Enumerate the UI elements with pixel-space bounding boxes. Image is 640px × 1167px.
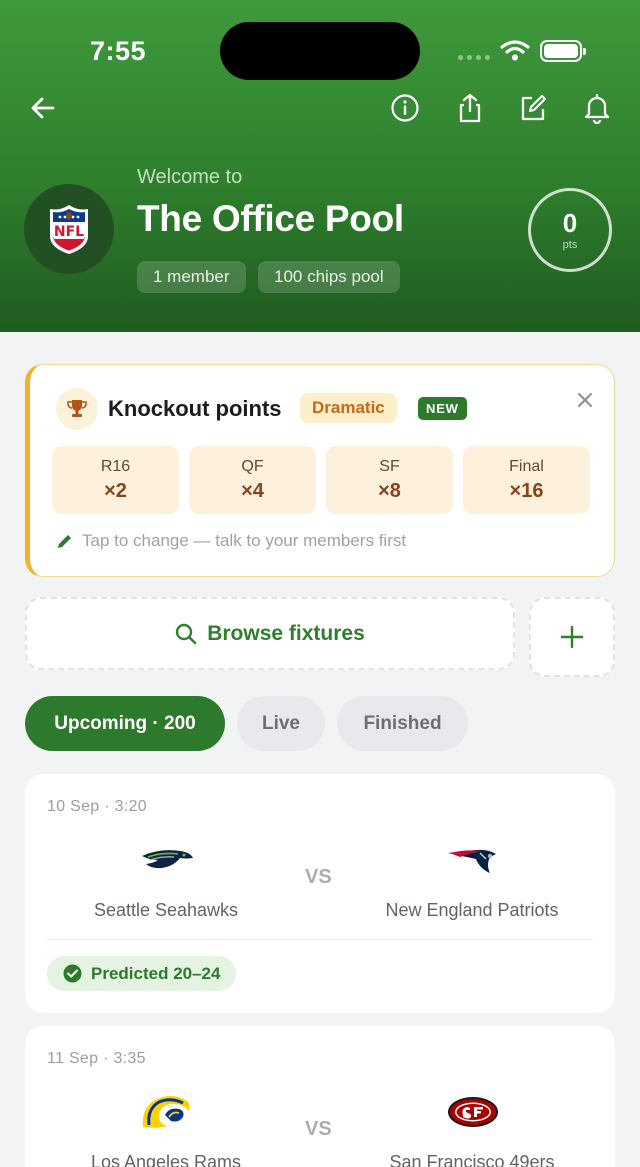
match-date: 10 Sep · 3:20 bbox=[47, 798, 147, 815]
knockout-points-card[interactable]: Knockout points Dramatic NEW R16 ×2 QF ×… bbox=[25, 364, 615, 577]
battery-icon bbox=[540, 40, 586, 62]
add-fixture-button[interactable] bbox=[529, 597, 615, 677]
49ers-logo bbox=[445, 1092, 501, 1132]
prediction-badge: Predicted 20–24 bbox=[47, 956, 237, 991]
share-button[interactable] bbox=[450, 88, 490, 128]
new-badge: NEW bbox=[418, 397, 467, 420]
round-multiplier: ×16 bbox=[509, 479, 544, 502]
round-multiplier: ×2 bbox=[104, 479, 127, 502]
card-divider bbox=[47, 939, 593, 940]
close-icon bbox=[578, 393, 592, 407]
tab-upcoming[interactable]: Upcoming · 200 bbox=[25, 696, 225, 751]
pool-header: 7:55 NFL Welcome to The Office Pool 1 me… bbox=[0, 0, 640, 332]
match-card[interactable]: 10 Sep · 3:20 Seattle Seahawks VS New En… bbox=[25, 774, 615, 1013]
wifi-icon bbox=[500, 40, 530, 61]
status-time: 7:55 bbox=[90, 36, 147, 66]
edit-icon bbox=[521, 94, 547, 121]
match-card[interactable]: 11 Sep · 3:35 Los Angeles Rams VS San Fr… bbox=[25, 1026, 615, 1167]
patriots-logo-icon bbox=[448, 849, 496, 873]
cellular-signal-icon bbox=[458, 55, 490, 60]
mode-badge: Dramatic bbox=[300, 393, 397, 423]
prediction-text: Predicted 20–24 bbox=[91, 963, 221, 983]
home-team-name: Seattle Seahawks bbox=[93, 900, 239, 920]
seahawks-logo bbox=[139, 840, 195, 880]
vs-label: VS bbox=[305, 1118, 332, 1140]
notifications-button[interactable] bbox=[577, 88, 617, 128]
check-circle-icon bbox=[63, 964, 82, 983]
seahawks-logo-icon bbox=[142, 850, 193, 869]
away-team-name: New England Patriots bbox=[385, 900, 559, 920]
change-hint-text: Tap to change — talk to your members fir… bbox=[82, 531, 407, 550]
tab-finished[interactable]: Finished bbox=[337, 696, 468, 751]
round-sf: SF ×8 bbox=[326, 446, 453, 514]
round-final: Final ×16 bbox=[463, 446, 590, 514]
knockout-title: Knockout points bbox=[108, 396, 282, 421]
points-label: pts bbox=[562, 238, 578, 251]
round-multiplier: ×8 bbox=[378, 479, 401, 502]
welcome-label: Welcome to bbox=[137, 166, 243, 188]
share-icon bbox=[459, 93, 481, 123]
back-arrow-icon bbox=[31, 97, 55, 119]
away-team-name: San Francisco 49ers bbox=[389, 1152, 555, 1167]
search-icon bbox=[176, 623, 197, 644]
pencil-icon bbox=[58, 535, 71, 548]
pool-title: The Office Pool bbox=[137, 198, 404, 239]
points-value: 0 bbox=[562, 207, 578, 238]
member-count-chip: 1 member bbox=[137, 261, 246, 293]
home-team-name: Los Angeles Rams bbox=[90, 1152, 242, 1167]
change-hint[interactable]: Tap to change — talk to your members fir… bbox=[56, 531, 406, 551]
49ers-logo-icon bbox=[448, 1097, 498, 1127]
trophy-icon bbox=[67, 400, 87, 417]
bell-icon bbox=[584, 93, 610, 124]
round-name: QF bbox=[241, 457, 264, 475]
plus-icon bbox=[560, 625, 584, 649]
vs-label: VS bbox=[305, 866, 332, 888]
dynamic-island bbox=[220, 22, 420, 80]
round-qf: QF ×4 bbox=[189, 446, 316, 514]
chips-pool-chip: 100 chips pool bbox=[258, 261, 400, 293]
tab-live[interactable]: Live bbox=[237, 696, 325, 751]
info-icon bbox=[391, 94, 419, 122]
browse-fixtures-button[interactable]: Browse fixtures bbox=[25, 597, 515, 670]
trophy-badge bbox=[56, 388, 98, 430]
round-name: R16 bbox=[100, 457, 131, 475]
info-button[interactable] bbox=[385, 88, 425, 128]
match-date: 11 Sep · 3:35 bbox=[47, 1050, 146, 1067]
back-button[interactable] bbox=[23, 88, 63, 128]
round-r16: R16 ×2 bbox=[52, 446, 179, 514]
patriots-logo bbox=[445, 840, 501, 880]
edit-button[interactable] bbox=[513, 88, 553, 128]
league-logo: NFL bbox=[24, 184, 114, 274]
round-name: SF bbox=[379, 457, 400, 475]
close-button[interactable] bbox=[570, 385, 600, 415]
browse-fixtures-label: Browse fixtures bbox=[207, 621, 365, 645]
round-name: Final bbox=[509, 457, 544, 475]
points-ring: 0 pts bbox=[528, 188, 612, 272]
rams-logo-icon bbox=[142, 1095, 190, 1128]
nfl-wordmark: NFL bbox=[54, 224, 84, 240]
round-multiplier: ×4 bbox=[241, 479, 264, 502]
rams-logo bbox=[138, 1092, 194, 1132]
nfl-shield-icon: NFL bbox=[50, 205, 88, 254]
